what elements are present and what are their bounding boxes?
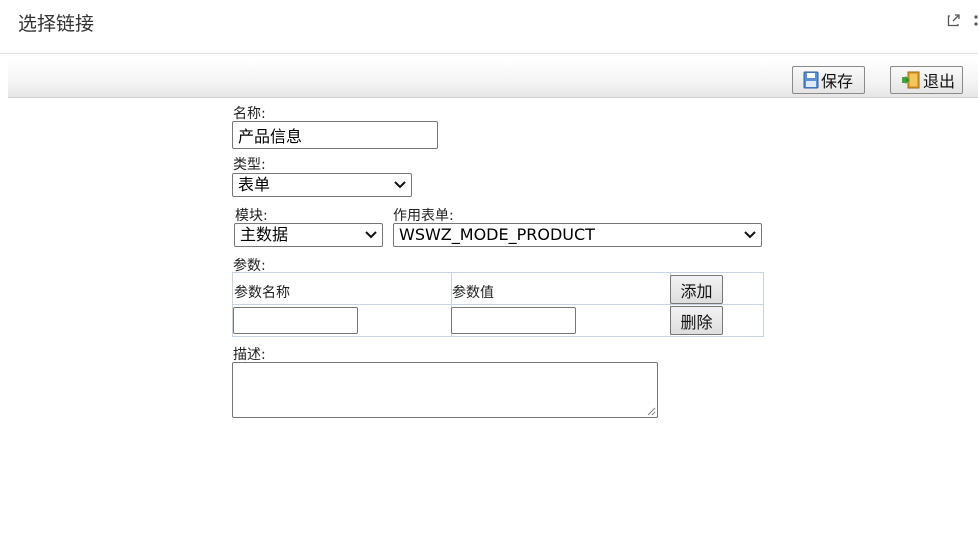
target-form-select[interactable]: WSWZ_MODE_PRODUCT bbox=[393, 223, 762, 247]
name-input[interactable] bbox=[232, 121, 438, 149]
params-table-row-divider bbox=[233, 304, 763, 305]
target-form-label: 作用表单: bbox=[393, 208, 454, 224]
exit-label: 退出 bbox=[923, 72, 956, 91]
exit-button[interactable]: 退出 bbox=[890, 66, 963, 94]
type-select-value: 表单 bbox=[238, 175, 271, 194]
window-title: 选择链接 bbox=[18, 13, 95, 35]
exit-door-icon bbox=[901, 71, 921, 89]
add-param-button[interactable]: 添加 bbox=[670, 275, 723, 304]
floppy-disk-icon bbox=[803, 71, 819, 89]
expand-icon[interactable] bbox=[947, 12, 961, 27]
description-textarea[interactable] bbox=[232, 362, 658, 418]
type-label: 类型: bbox=[233, 157, 266, 173]
delete-param-button[interactable]: 删除 bbox=[670, 306, 723, 335]
type-select[interactable]: 表单 bbox=[232, 173, 412, 197]
target-form-select-value: WSWZ_MODE_PRODUCT bbox=[399, 225, 595, 244]
module-select[interactable]: 主数据 bbox=[234, 223, 383, 247]
module-select-value: 主数据 bbox=[240, 225, 289, 244]
params-col-name-header: 参数名称 bbox=[234, 285, 290, 301]
module-label: 模块: bbox=[235, 208, 268, 224]
param-name-input[interactable] bbox=[233, 307, 358, 334]
more-icon[interactable] bbox=[972, 13, 978, 27]
chevron-down-icon bbox=[394, 181, 406, 189]
save-button[interactable]: 保存 bbox=[792, 66, 865, 94]
description-label: 描述: bbox=[233, 347, 266, 363]
params-table: 参数名称 参数值 添加 删除 bbox=[232, 272, 764, 337]
name-label: 名称: bbox=[233, 106, 266, 122]
param-value-input[interactable] bbox=[451, 307, 576, 334]
save-label: 保存 bbox=[821, 72, 854, 91]
title-bar: 选择链接 bbox=[0, 0, 978, 54]
chevron-down-icon bbox=[744, 231, 756, 239]
resize-handle-icon[interactable] bbox=[646, 406, 656, 416]
chevron-down-icon bbox=[365, 231, 377, 239]
params-col-value-header: 参数值 bbox=[452, 285, 494, 301]
